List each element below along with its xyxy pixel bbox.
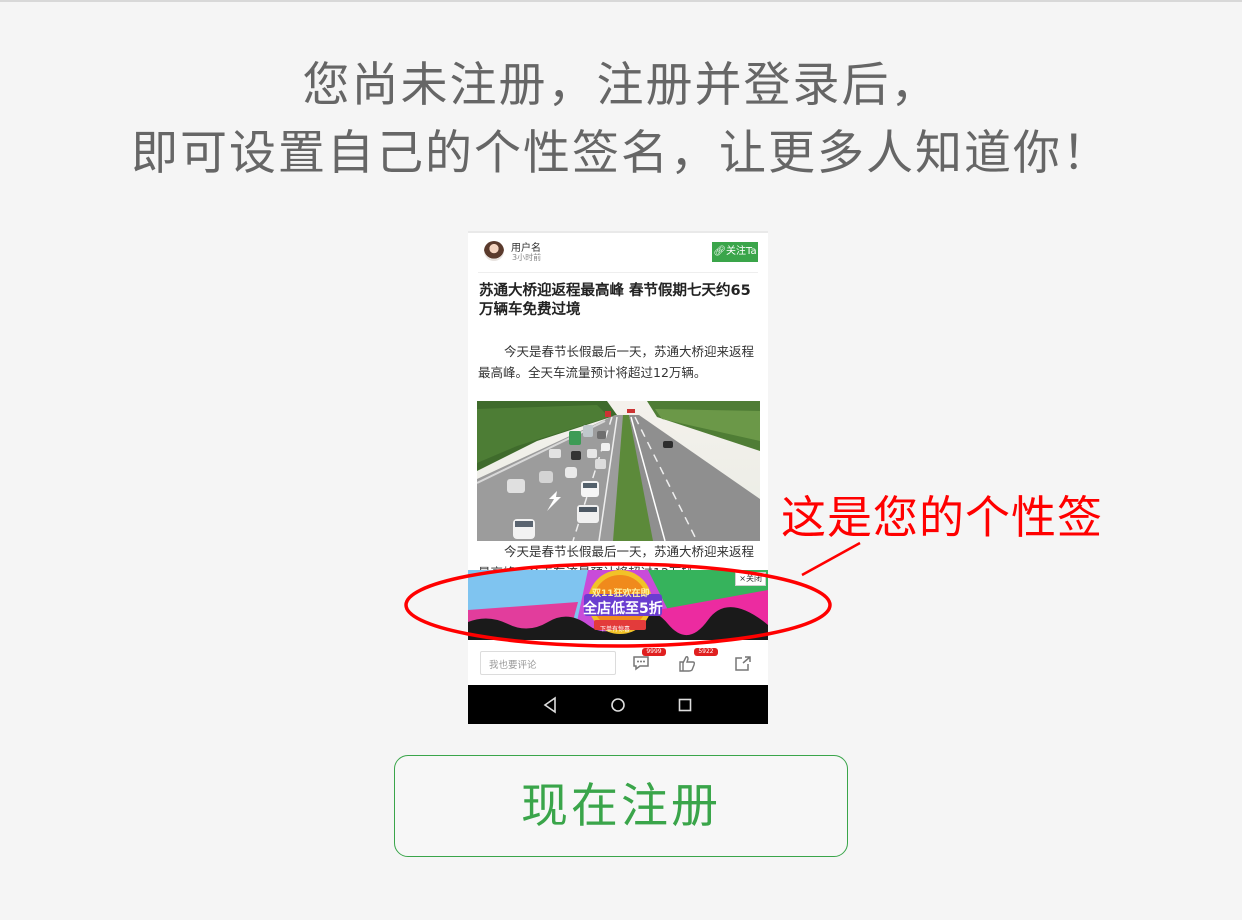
follow-button[interactable]: 🔗︎关注Ta [712,242,758,262]
thumbs-up-icon[interactable] [678,655,696,672]
article-title: 苏通大桥迎返程最高峰 春节假期七天约65万辆车免费过境 [479,283,751,318]
top-divider [0,0,1242,2]
prompt-line-2: 即可设置自己的个性签名，让更多人知道你！ [131,126,1111,181]
ad-banner[interactable]: ×关闭 双11狂欢在即 全店低至5折 下单有惊喜 [468,570,768,640]
avatar [484,241,504,261]
ad-close-button[interactable]: ×关闭 [735,572,766,586]
comment-input[interactable]: 我也要评论 [480,651,616,675]
phone-top-edge [468,231,768,233]
pointer-line [801,541,861,577]
comment-bar: 我也要评论 9999 5922 [468,645,768,685]
ad-subtext: 下单有惊喜 [600,626,631,633]
like-count-badge: 5922 [694,648,718,656]
phone-preview: 用户名 3小时前 🔗︎关注Ta 苏通大桥迎返程最高峰 春节假期七天约65万辆车免… [468,231,768,724]
recents-icon[interactable] [673,693,697,717]
back-icon[interactable] [539,693,563,717]
comment-placeholder: 我也要评论 [489,660,537,671]
header-divider [478,272,758,273]
ad-offer: 全店低至5折 [583,601,663,617]
android-nav-bar [468,685,768,724]
prompt-message: 您尚未注册，注册并登录后， 即可设置自己的个性签名，让更多人知道你！ [0,52,1242,188]
signature-annotation: 这是您的个性签 [781,491,1104,544]
share-icon[interactable] [734,655,752,672]
post-time: 3小时前 [512,253,542,262]
prompt-line-1: 您尚未注册，注册并登录后， [302,58,940,113]
home-icon[interactable] [606,693,630,717]
article-paragraph: 今天是春节长假最后一天，苏通大桥迎来返程最高峰。全天车流量预计将超过12万辆。 [478,344,755,380]
follow-label: 关注Ta [726,246,757,257]
register-button[interactable]: 现在注册 [394,755,848,857]
comment-icon[interactable] [632,655,650,671]
link-icon: 🔗︎ [713,246,727,257]
highway-photo [477,401,760,541]
